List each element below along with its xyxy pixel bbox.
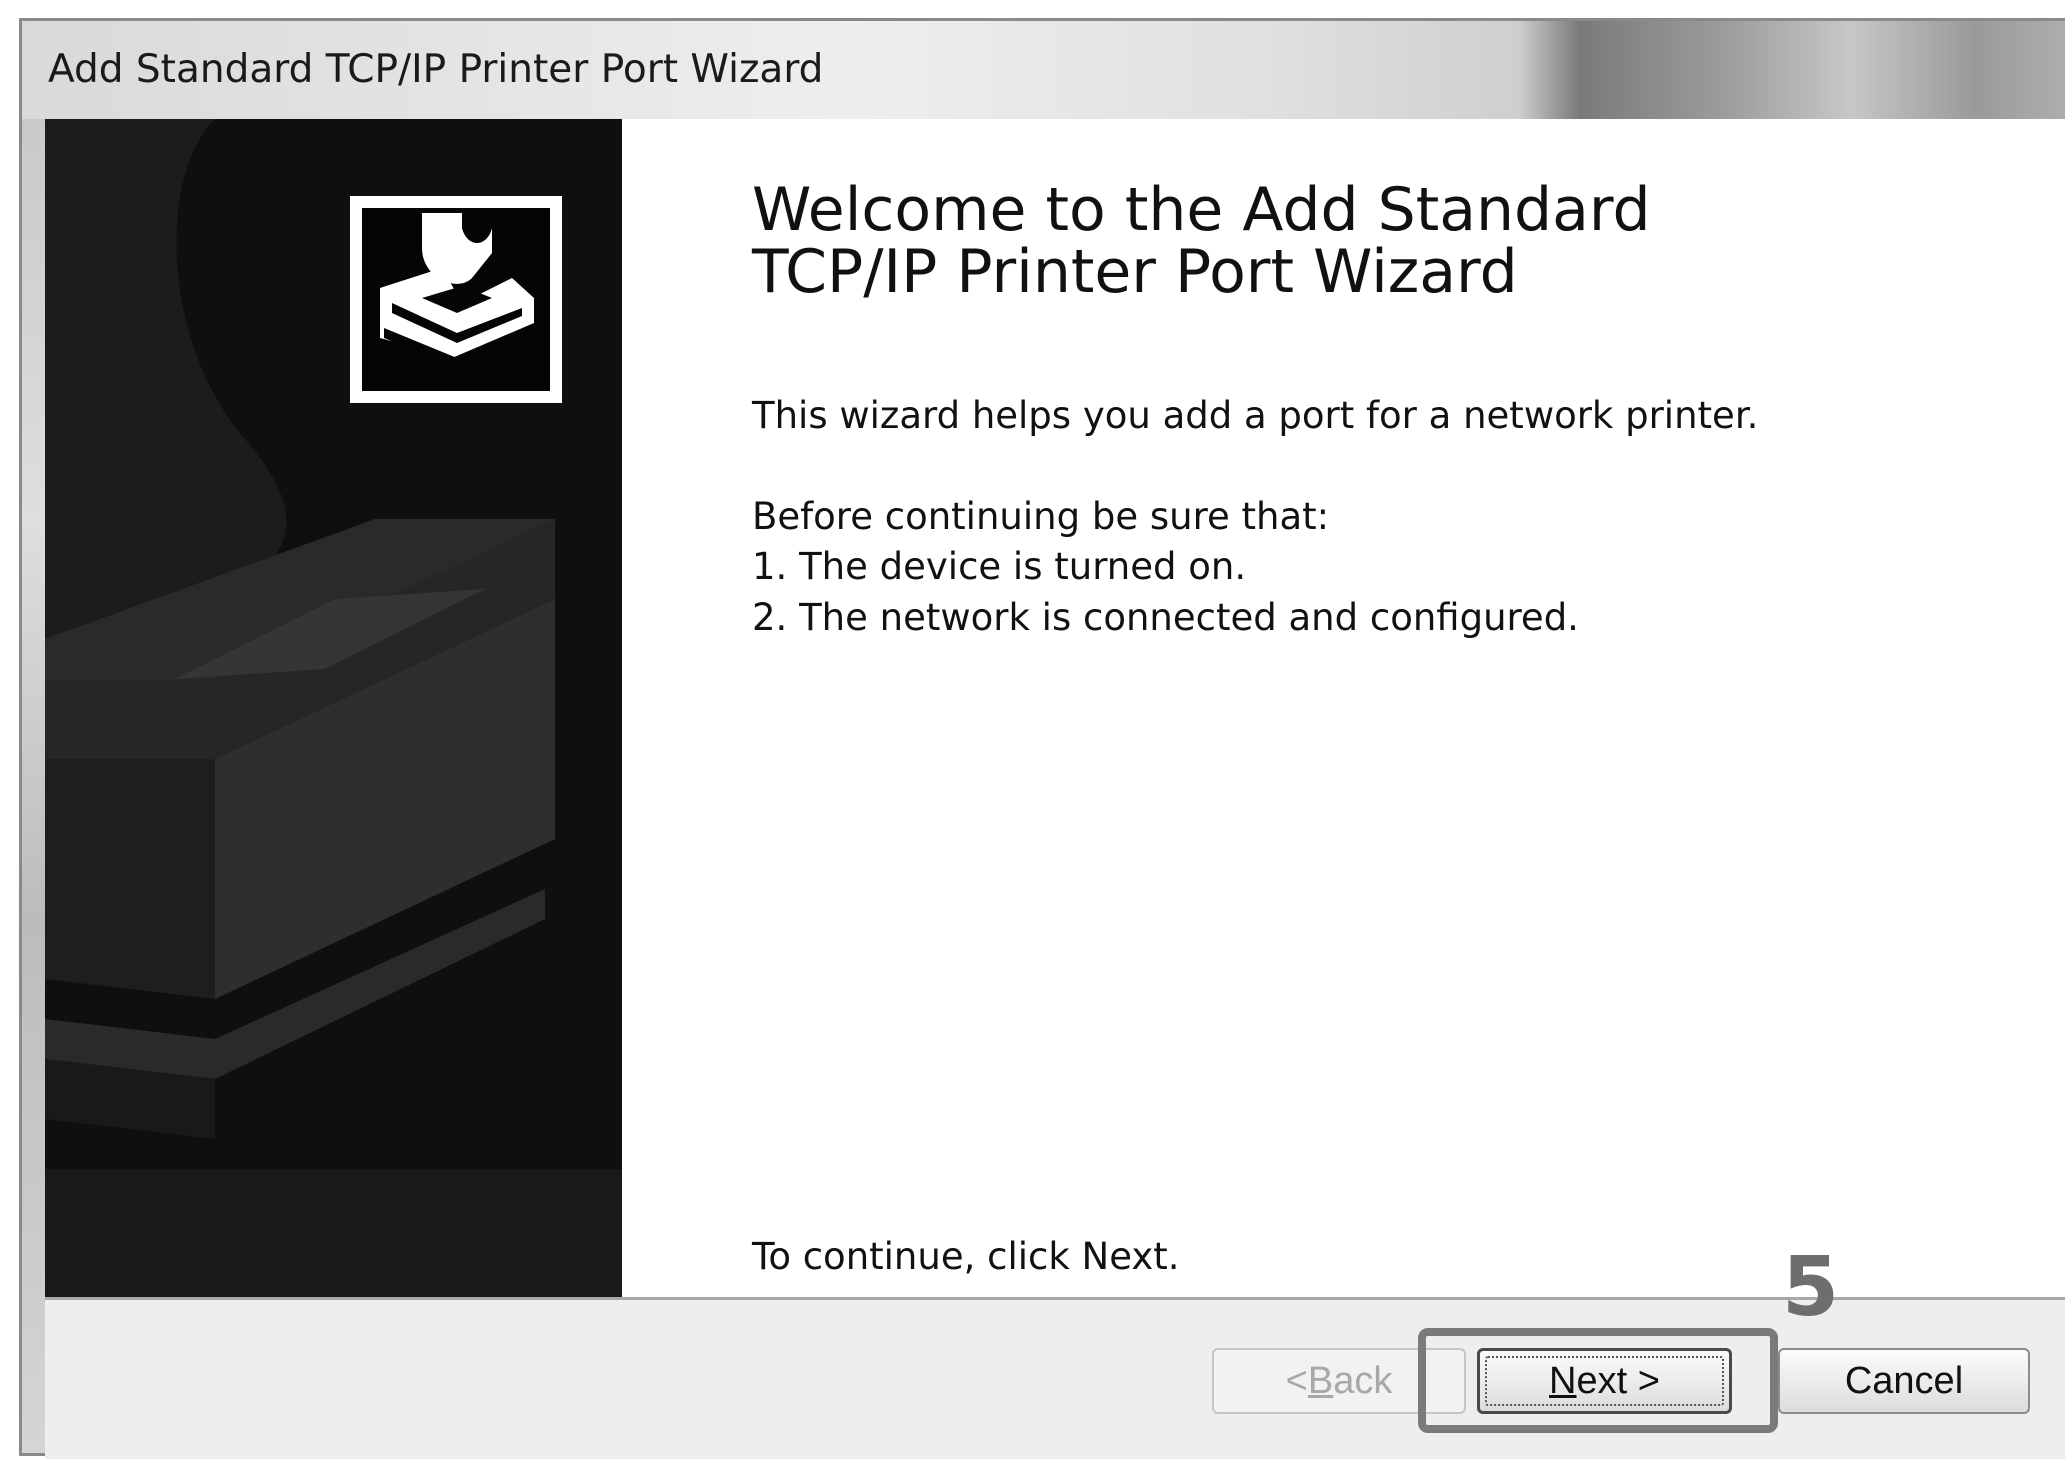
back-button-prefix: < <box>1285 1359 1308 1402</box>
wizard-content: Welcome to the Add Standard TCP/IP Print… <box>622 119 2065 1297</box>
window-frame-left <box>22 119 45 1453</box>
window-title: Add Standard TCP/IP Printer Port Wizard <box>48 47 824 92</box>
heading-line-1: Welcome to the Add Standard <box>752 175 1651 245</box>
checklist-item: 1. The device is turned on. <box>752 545 1247 588</box>
wizard-sidebar-banner <box>45 119 622 1297</box>
next-button-highlight-box <box>1418 1328 1778 1433</box>
cancel-button[interactable]: Cancel <box>1778 1348 2030 1414</box>
wizard-window: Add Standard TCP/IP Printer Port Wizard <box>19 18 2065 1459</box>
before-continuing-label: Before continuing be sure that: <box>752 495 1330 538</box>
continue-instruction: To continue, click Next. <box>752 1235 1180 1278</box>
printer-wizard-icon <box>350 196 562 403</box>
back-button-label: ack <box>1333 1359 1393 1402</box>
step-number-annotation: 5 <box>1782 1240 1840 1335</box>
heading-line-2: TCP/IP Printer Port Wizard <box>752 237 1518 307</box>
back-button-mnemonic: B <box>1307 1359 1334 1402</box>
wizard-heading: Welcome to the Add Standard TCP/IP Print… <box>752 179 1651 303</box>
intro-text: This wizard helps you add a port for a n… <box>752 394 1759 437</box>
title-bar[interactable]: Add Standard TCP/IP Printer Port Wizard <box>22 21 2065 119</box>
checklist-item: 2. The network is connected and configur… <box>752 596 1579 639</box>
